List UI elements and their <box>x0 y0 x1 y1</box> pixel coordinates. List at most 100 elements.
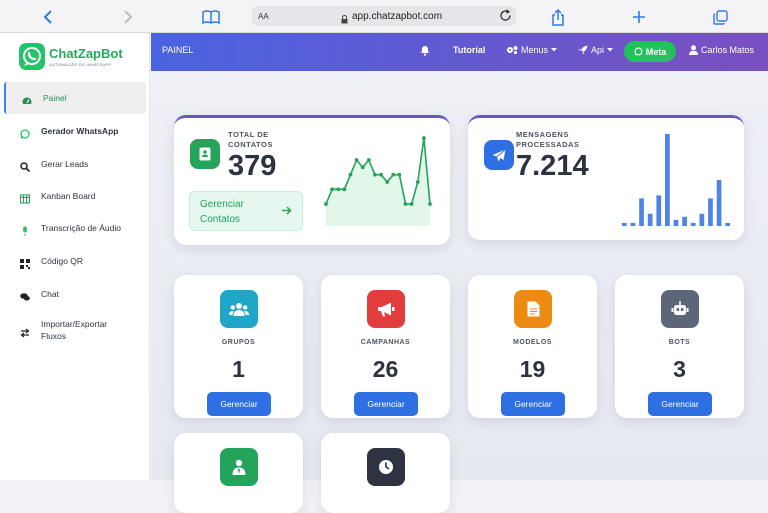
bots-label: BOTS <box>668 339 691 346</box>
sidebar-item-label: Importar/Exportar Fluxos <box>41 319 108 341</box>
document-icon <box>514 290 552 328</box>
share-icon[interactable] <box>548 7 568 27</box>
spark-bar <box>647 213 653 226</box>
cogs-icon <box>507 46 518 55</box>
spark-bar <box>630 222 636 226</box>
paper-plane-icon <box>484 140 514 170</box>
gauge-icon <box>22 93 32 104</box>
sparkline-point <box>409 202 414 206</box>
exchange-icon <box>20 325 30 338</box>
user-tie-icon <box>220 448 258 486</box>
user-name: Carlos Matos <box>701 45 755 55</box>
tabs-overview-icon[interactable] <box>710 7 730 27</box>
whatsapp-logo-icon <box>19 43 45 70</box>
contacts-sparkline <box>324 136 432 226</box>
search-icon <box>20 159 31 173</box>
sparkline-point <box>348 172 353 177</box>
sparkline-point <box>385 180 390 184</box>
templates-count: 19 <box>519 356 546 382</box>
brand-logo[interactable]: ChatZapBot AUTOMAÇÃO DO WHATSAPP <box>19 43 149 73</box>
spark-bar <box>673 219 679 226</box>
reload-icon[interactable] <box>499 9 512 27</box>
chevron-down-icon <box>551 48 558 52</box>
sidebar-item-gerar-leads[interactable]: Gerar Leads <box>4 148 146 180</box>
manage-campaigns-button[interactable]: Gerenciar <box>354 392 418 416</box>
user-menu[interactable]: Carlos Matos <box>689 45 754 55</box>
spark-bar <box>682 216 687 226</box>
campaigns-label: CAMPANHAS <box>360 339 411 346</box>
spark-bar <box>621 222 627 226</box>
chevron-down-icon <box>607 48 614 52</box>
campaigns-count: 26 <box>372 356 399 382</box>
sidebar-item-transcricao-audio[interactable]: Transcrição de Áudio <box>4 212 146 244</box>
manage-templates-button[interactable]: Gerenciar <box>501 392 565 416</box>
sparkline-point <box>360 165 365 170</box>
sidebar-item-codigo-qr[interactable]: Código QR <box>4 245 146 277</box>
sidebar-item-gerador-whatsapp[interactable]: Gerador WhatsApp <box>4 115 146 147</box>
sidebar: ChatZapBot AUTOMAÇÃO DO WHATSAPP Painel … <box>0 33 150 480</box>
bell-icon[interactable] <box>420 45 430 58</box>
sparkline-point <box>379 172 383 177</box>
sparkline-point <box>373 172 377 177</box>
chat-icon <box>20 289 30 301</box>
arrow-right-icon <box>282 206 292 215</box>
brand-name: ChatZapBot <box>49 46 123 61</box>
api-label: Api <box>591 45 605 55</box>
users-icon <box>220 290 258 328</box>
spark-bar <box>665 134 670 226</box>
tutorial-link[interactable]: Tutorial <box>453 45 485 55</box>
manage-bots-button[interactable]: Gerenciar <box>648 392 712 416</box>
address-bar[interactable]: AA app.chatzapbot.com <box>252 6 516 26</box>
messages-label: MENSAGENS PROCESSADAS <box>516 130 580 149</box>
manage-contacts-button[interactable]: Gerenciar Contatos <box>189 191 303 231</box>
manage-contacts-label-line2: Contatos <box>200 214 241 225</box>
bots-count: 3 <box>673 356 686 382</box>
address-book-icon <box>190 139 220 169</box>
sidebar-item-kanban-board[interactable]: Kanban Board <box>4 180 146 212</box>
sparkline-point <box>428 202 432 206</box>
meta-button[interactable]: Meta <box>624 41 676 62</box>
bookmarks-icon[interactable] <box>201 7 221 27</box>
whatsapp-icon <box>634 47 643 56</box>
page-title: PAINEL <box>162 45 194 55</box>
sparkline-point <box>366 158 371 162</box>
sidebar-item-label: Transcrição de Áudio <box>41 223 122 233</box>
api-dropdown[interactable]: Api <box>578 45 614 55</box>
url-text: app.chatzapbot.com <box>352 10 443 22</box>
forward-icon[interactable] <box>118 7 138 27</box>
sidebar-item-importar-exportar[interactable]: Importar/Exportar Fluxos <box>4 313 146 347</box>
sparkline-point <box>330 187 335 192</box>
brand-tagline: AUTOMAÇÃO DO WHATSAPP <box>49 62 112 67</box>
contacts-label: TOTAL DE CONTATOS <box>228 130 273 149</box>
sidebar-item-label: Código QR <box>41 256 84 266</box>
spark-bar <box>716 180 722 226</box>
microphone-icon <box>20 223 30 236</box>
spark-bar <box>708 198 713 226</box>
menus-label: Menus <box>521 45 549 55</box>
sparkline-area <box>326 138 430 226</box>
rocket-icon <box>578 45 588 55</box>
sidebar-item-label: Painel <box>43 93 67 103</box>
kanban-icon <box>19 191 31 204</box>
sparkline-point <box>342 187 347 192</box>
spark-bar <box>690 222 696 226</box>
spark-bar <box>699 213 705 226</box>
sidebar-item-label: Gerador WhatsApp <box>41 126 119 136</box>
sparkline-point <box>336 187 341 192</box>
sparkline-point <box>354 158 359 162</box>
groups-label: GRUPOS <box>221 339 256 346</box>
sparkline-point <box>421 136 426 140</box>
contacts-count: 379 <box>228 150 277 182</box>
sidebar-item-painel[interactable]: Painel <box>4 82 146 114</box>
menus-dropdown[interactable]: Menus <box>506 45 558 55</box>
sidebar-item-label: Kanban Board <box>41 191 96 201</box>
sidebar-item-label: Gerar Leads <box>41 159 89 169</box>
back-icon[interactable] <box>38 7 58 27</box>
lock-icon <box>341 11 348 29</box>
robot-icon <box>661 290 699 328</box>
sidebar-item-chat[interactable]: Chat <box>4 278 146 310</box>
manage-groups-button[interactable]: Gerenciar <box>207 392 271 416</box>
new-tab-icon[interactable] <box>629 7 649 27</box>
user-icon <box>689 45 698 55</box>
text-size-button[interactable]: AA <box>258 12 269 21</box>
